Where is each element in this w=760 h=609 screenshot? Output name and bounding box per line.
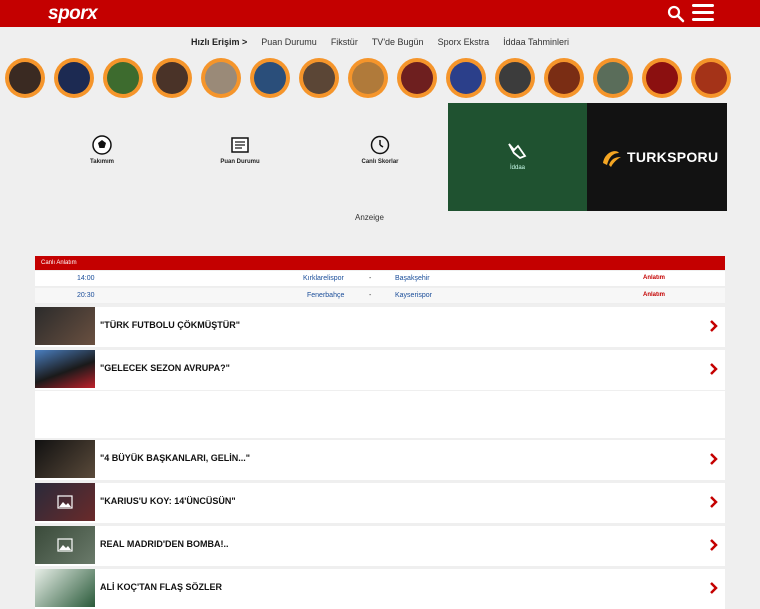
- nav-link-iddaa-predictions[interactable]: İddaa Tahminleri: [503, 37, 569, 47]
- story-avatar[interactable]: [691, 58, 731, 98]
- nav-link-standings[interactable]: Puan Durumu: [261, 37, 317, 47]
- match-home-team: Fenerbahçe: [307, 292, 345, 299]
- player-avatar-strip: [0, 56, 760, 100]
- story-avatar[interactable]: [54, 58, 94, 98]
- news-item[interactable]: "4 BÜYÜK BAŞKANLARI, GELİN...": [35, 440, 725, 480]
- match-away-team: Başakşehir: [395, 275, 430, 282]
- iddaa-label: İddaa: [509, 165, 525, 171]
- iddaa-promo[interactable]: İddaa: [448, 103, 587, 211]
- nav-link-fixtures[interactable]: Fikstür: [331, 37, 358, 47]
- news-item[interactable]: "TÜRK FUTBOLU ÇÖKMÜŞTÜR": [35, 307, 725, 347]
- chevron-right-icon: [710, 539, 718, 551]
- story-avatar[interactable]: [348, 58, 388, 98]
- live-scores-tile[interactable]: Canlı Skorlar: [345, 135, 415, 165]
- story-avatar[interactable]: [593, 58, 633, 98]
- news-thumbnail: [35, 526, 95, 564]
- match-row[interactable]: 20:30 Fenerbahçe - Kayserispor Anlatım: [35, 288, 725, 304]
- news-title: "4 BÜYÜK BAŞKANLARI, GELİN...": [100, 453, 251, 463]
- chevron-right-icon: [710, 363, 718, 375]
- match-row[interactable]: 14:00 Kırklarelispor - Başakşehir Anlatı…: [35, 271, 725, 287]
- image-placeholder-icon: [57, 495, 73, 509]
- story-avatar[interactable]: [642, 58, 682, 98]
- story-avatar[interactable]: [495, 58, 535, 98]
- news-item[interactable]: "GELECEK SEZON AVRUPA?": [35, 350, 725, 390]
- news-item[interactable]: REAL MADRID'DEN BOMBA!..: [35, 526, 725, 566]
- news-item[interactable]: ALİ KOÇ'TAN FLAŞ SÖZLER: [35, 569, 725, 609]
- newspaper-icon: [231, 137, 249, 153]
- empty-ad-slot: [35, 391, 725, 438]
- news-item[interactable]: "KARIUS'U KOY: 14'ÜNCÜSÜN": [35, 483, 725, 523]
- chevron-right-icon: [710, 582, 718, 594]
- chevron-right-icon: [710, 320, 718, 332]
- soccer-ball-icon: [92, 135, 112, 155]
- quick-access-nav: Hızlı Erişim > Puan Durumu Fikstür TV'de…: [0, 30, 760, 54]
- ad-label: Anzeige: [355, 213, 384, 222]
- news-thumbnail: [35, 307, 95, 345]
- story-avatar[interactable]: [446, 58, 486, 98]
- my-team-tile[interactable]: Takımım: [67, 135, 137, 165]
- match-away-team: Kayserispor: [395, 292, 432, 299]
- match-home-team: Kırklarelispor: [303, 275, 344, 282]
- news-thumbnail: [35, 440, 95, 478]
- standings-label: Puan Durumu: [220, 159, 260, 165]
- match-separator: -: [369, 292, 372, 299]
- image-placeholder-icon: [57, 538, 73, 552]
- news-thumbnail: [35, 483, 95, 521]
- news-title: "TÜRK FUTBOLU ÇÖKMÜŞTÜR": [100, 320, 241, 330]
- story-avatar[interactable]: [103, 58, 143, 98]
- news-title: "GELECEK SEZON AVRUPA?": [100, 363, 230, 373]
- match-time: 20:30: [77, 292, 95, 299]
- story-avatar[interactable]: [152, 58, 192, 98]
- turksporu-text: TURKSPORU: [627, 149, 719, 165]
- live-commentary-header: Canlı Anlatım: [35, 256, 725, 270]
- story-avatar[interactable]: [299, 58, 339, 98]
- search-icon[interactable]: [667, 5, 685, 23]
- chevron-right-icon: [710, 453, 718, 465]
- news-thumbnail: [35, 350, 95, 388]
- news-title: REAL MADRID'DEN BOMBA!..: [100, 539, 229, 549]
- story-avatar[interactable]: [397, 58, 437, 98]
- turksporu-promo[interactable]: TURKSPORU: [587, 103, 727, 211]
- story-avatar[interactable]: [544, 58, 584, 98]
- chevron-right-icon: [710, 496, 718, 508]
- nav-link-tv-today[interactable]: TV'de Bugün: [372, 37, 424, 47]
- commentary-link[interactable]: Anlatım: [643, 292, 665, 298]
- standings-tile[interactable]: Puan Durumu: [205, 135, 275, 165]
- iddaa-hand-icon: [508, 143, 527, 160]
- clock-icon: [370, 135, 390, 155]
- top-bar: sporx: [0, 0, 760, 27]
- news-thumbnail: [35, 569, 95, 607]
- story-avatar[interactable]: [250, 58, 290, 98]
- story-avatar[interactable]: [201, 58, 241, 98]
- quick-tiles: Takımım Puan Durumu Canlı Skorlar: [35, 135, 440, 185]
- match-time: 14:00: [77, 275, 95, 282]
- quick-access-label: Hızlı Erişim >: [191, 37, 248, 47]
- turksporu-logo-icon: [603, 151, 621, 167]
- story-avatar[interactable]: [5, 58, 45, 98]
- news-title: "KARIUS'U KOY: 14'ÜNCÜSÜN": [100, 496, 236, 506]
- match-separator: -: [369, 275, 372, 282]
- nav-link-sporx-extra[interactable]: Sporx Ekstra: [438, 37, 490, 47]
- commentary-link[interactable]: Anlatım: [643, 275, 665, 281]
- live-scores-label: Canlı Skorlar: [361, 159, 399, 165]
- hamburger-menu-icon[interactable]: [692, 4, 714, 24]
- site-logo[interactable]: sporx: [48, 3, 98, 25]
- news-title: ALİ KOÇ'TAN FLAŞ SÖZLER: [100, 582, 222, 592]
- my-team-label: Takımım: [90, 159, 114, 165]
